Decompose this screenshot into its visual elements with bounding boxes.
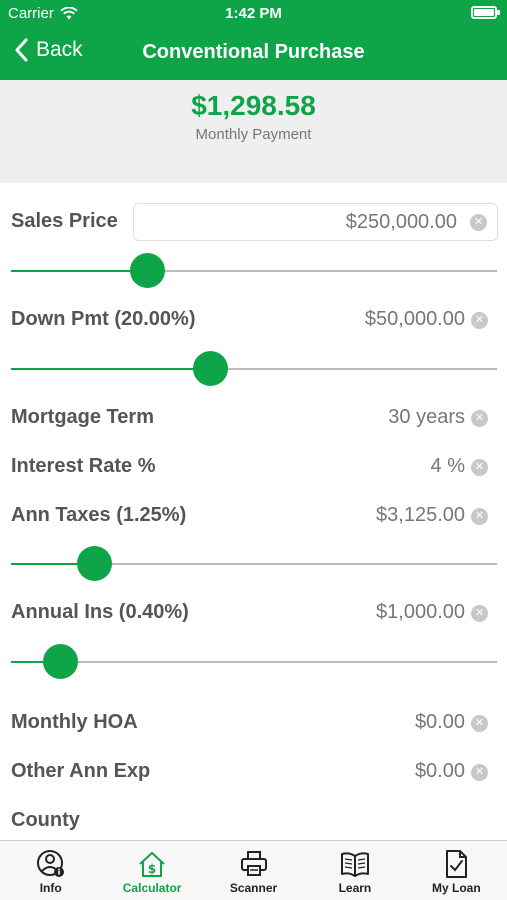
house-dollar-icon: $ xyxy=(139,852,165,877)
sales-price-label: Sales Price xyxy=(11,210,118,232)
mortgage-term-value[interactable]: 30 years xyxy=(388,406,465,429)
interest-rate-value[interactable]: 4 % xyxy=(431,455,465,478)
annual-ins-label: Annual Ins (0.40%) xyxy=(11,601,189,623)
annual-ins-value[interactable]: $1,000.00 xyxy=(376,601,465,624)
clear-mortgage-term-icon[interactable]: ✕ xyxy=(471,410,488,427)
clear-annual-ins-icon[interactable]: ✕ xyxy=(471,605,488,622)
tab-info[interactable]: Info xyxy=(0,841,101,900)
down-payment-slider[interactable] xyxy=(11,349,497,389)
clear-monthly-hoa-icon[interactable]: ✕ xyxy=(471,715,488,732)
monthly-payment-label: Monthly Payment xyxy=(195,126,312,143)
interest-rate-label: Interest Rate % xyxy=(11,455,156,477)
tab-scanner[interactable]: Scanner xyxy=(203,841,304,900)
ann-taxes-value[interactable]: $3,125.00 xyxy=(376,504,465,527)
clear-down-payment-icon[interactable]: ✕ xyxy=(471,312,488,329)
county-row[interactable]: County xyxy=(0,801,507,841)
sales-price-input[interactable]: $250,000.00 ✕ xyxy=(133,203,498,241)
printer-icon xyxy=(240,851,267,876)
tab-my-loan-label: My Loan xyxy=(431,881,481,895)
down-payment-value[interactable]: $50,000.00 xyxy=(365,308,465,331)
clear-ann-taxes-icon[interactable]: ✕ xyxy=(471,508,488,525)
tab-calculator-label: Calculator xyxy=(122,881,182,895)
ann-taxes-slider[interactable] xyxy=(11,544,497,584)
sales-price-value: $250,000.00 xyxy=(345,211,457,233)
annual-ins-slider-thumb[interactable] xyxy=(42,644,78,679)
payment-summary: $1,298.58 Monthly Payment xyxy=(0,80,507,183)
mortgage-term-label: Mortgage Term xyxy=(11,406,154,428)
monthly-payment-amount: $1,298.58 xyxy=(191,90,316,121)
ann-taxes-label: Ann Taxes (1.25%) xyxy=(11,504,187,526)
other-ann-exp-row[interactable]: Other Ann Exp $0.00 ✕ xyxy=(0,752,507,792)
navigation-bar: Back Conventional Purchase xyxy=(0,28,507,80)
ann-taxes-row[interactable]: Ann Taxes (1.25%) $3,125.00 ✕ xyxy=(0,496,507,536)
sales-price-slider-thumb[interactable] xyxy=(130,253,166,288)
open-book-icon xyxy=(340,852,369,877)
clear-interest-rate-icon[interactable]: ✕ xyxy=(471,459,488,476)
tab-learn-label: Learn xyxy=(338,881,372,895)
clear-sales-price-icon[interactable]: ✕ xyxy=(470,214,487,231)
mortgage-term-row[interactable]: Mortgage Term 30 years ✕ xyxy=(0,398,507,438)
sales-price-slider[interactable] xyxy=(11,251,497,291)
tab-bar: Info $ Calculator Scanner Learn My Loan xyxy=(0,840,507,900)
monthly-hoa-value[interactable]: $0.00 xyxy=(415,711,465,734)
interest-rate-row[interactable]: Interest Rate % 4 % ✕ xyxy=(0,447,507,487)
info-person-icon xyxy=(36,850,64,877)
county-label: County xyxy=(11,809,80,831)
clear-other-ann-exp-icon[interactable]: ✕ xyxy=(471,764,488,781)
monthly-hoa-row[interactable]: Monthly HOA $0.00 ✕ xyxy=(0,703,507,743)
document-check-icon xyxy=(446,850,468,878)
ann-taxes-slider-thumb[interactable] xyxy=(76,546,112,581)
tab-learn[interactable]: Learn xyxy=(304,841,405,900)
tab-scanner-label: Scanner xyxy=(229,881,278,895)
other-ann-exp-value[interactable]: $0.00 xyxy=(415,760,465,783)
down-payment-label: Down Pmt (20.00%) xyxy=(11,308,196,330)
page-title: Conventional Purchase xyxy=(142,41,365,63)
down-payment-slider-thumb[interactable] xyxy=(193,351,229,386)
other-ann-exp-label: Other Ann Exp xyxy=(11,760,151,782)
annual-ins-slider[interactable] xyxy=(11,642,497,682)
tab-info-label: Info xyxy=(39,881,62,895)
monthly-hoa-label: Monthly HOA xyxy=(11,711,138,733)
battery-icon xyxy=(471,6,500,19)
annual-ins-row[interactable]: Annual Ins (0.40%) $1,000.00 ✕ xyxy=(0,593,507,633)
svg-text:$: $ xyxy=(148,862,156,876)
top-bar: Carrier 1:42 PM Back Conventional Purcha… xyxy=(0,0,507,80)
status-time: 1:42 PM xyxy=(225,5,282,22)
down-payment-row[interactable]: Down Pmt (20.00%) $50,000.00 ✕ xyxy=(0,300,507,340)
status-bar: Carrier 1:42 PM xyxy=(0,0,507,28)
tab-calculator[interactable]: $ Calculator xyxy=(101,841,202,900)
tab-my-loan[interactable]: My Loan xyxy=(406,841,507,900)
